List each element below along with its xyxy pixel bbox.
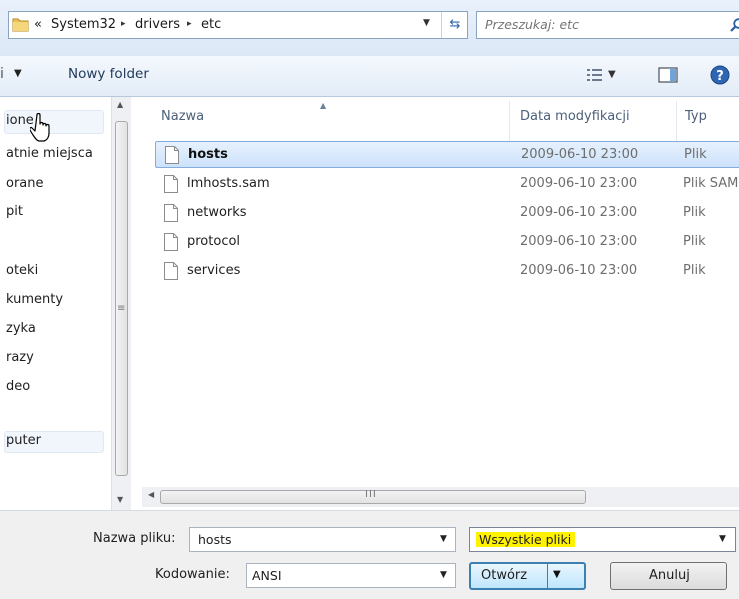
new-folder-button[interactable]: Nowy folder — [68, 66, 149, 82]
search-input[interactable] — [485, 17, 705, 32]
address-toolbar: « System32 ▸ drivers ▸ etc ▼ ⇆ — [0, 0, 739, 56]
file-row-services[interactable]: services 2009-06-10 23:00 Plik — [155, 258, 739, 285]
help-icon[interactable]: ? — [710, 65, 730, 85]
file-name: services — [187, 263, 241, 278]
scroll-grip-icon: ≡ — [117, 303, 126, 314]
filetype-value: Wszystkie pliki — [476, 532, 576, 547]
organize-dropdown-icon[interactable]: ▼ — [14, 68, 22, 79]
file-date: 2009-06-10 23:00 — [520, 176, 638, 191]
organize-button-edge[interactable]: i — [0, 66, 4, 82]
encoding-select[interactable]: ANSI ▼ — [246, 563, 456, 588]
cancel-button[interactable]: Anuluj — [610, 562, 727, 590]
encoding-label: Kodowanie: — [155, 567, 230, 582]
file-type: Plik — [683, 263, 706, 278]
file-type: Plik SAM — [683, 176, 739, 191]
file-list: Nazwa ▲ Data modyfikacji Typ hosts 2009-… — [131, 97, 739, 510]
encoding-value: ANSI — [252, 568, 282, 583]
address-overflow[interactable]: « — [34, 17, 42, 32]
nav-item-computer[interactable]: puter — [6, 433, 41, 448]
chevron-down-icon[interactable]: ▼ — [440, 534, 447, 544]
file-date: 2009-06-10 23:00 — [521, 147, 639, 162]
scrollbar-thumb[interactable]: ≡ — [115, 121, 128, 476]
view-dropdown-icon[interactable]: ▼ — [608, 69, 616, 80]
scroll-left-icon[interactable]: ◀ — [148, 490, 154, 499]
search-box[interactable] — [476, 11, 739, 39]
scroll-grip-icon: III — [365, 489, 377, 500]
file-row-hosts[interactable]: hosts 2009-06-10 23:00 Plik — [155, 141, 739, 168]
search-icon[interactable] — [729, 17, 739, 33]
nav-item-documents[interactable]: kumenty — [6, 292, 63, 307]
nav-item-libraries[interactable]: oteki — [6, 263, 38, 278]
file-icon — [165, 146, 179, 164]
nav-item-videos[interactable]: deo — [6, 379, 30, 394]
preview-pane-icon[interactable] — [658, 67, 678, 83]
cancel-button-label: Anuluj — [649, 568, 690, 583]
file-type: Plik — [684, 147, 707, 162]
sort-ascending-icon: ▲ — [320, 101, 327, 110]
nav-item-pictures[interactable]: razy — [6, 350, 34, 365]
file-name: networks — [187, 205, 247, 220]
file-icon — [164, 262, 178, 280]
scroll-down-icon[interactable]: ▼ — [117, 495, 123, 504]
open-button[interactable]: Otwórz ▼ — [469, 562, 586, 590]
column-header-date[interactable]: Data modyfikacji — [520, 109, 630, 124]
column-divider[interactable] — [676, 101, 677, 141]
nav-vertical-scrollbar[interactable]: ▲ ≡ ▼ — [111, 97, 131, 510]
nav-item-music[interactable]: zyka — [6, 321, 36, 336]
open-button-label: Otwórz — [481, 568, 528, 583]
file-date: 2009-06-10 23:00 — [520, 234, 638, 249]
file-row-networks[interactable]: networks 2009-06-10 23:00 Plik — [155, 200, 739, 227]
chevron-down-icon[interactable]: ▼ — [440, 570, 447, 580]
column-header-type[interactable]: Typ — [685, 109, 707, 124]
crumb-separator-arrow[interactable]: ▸ — [187, 19, 192, 29]
file-name: protocol — [187, 234, 241, 249]
file-name: lmhosts.sam — [187, 176, 270, 191]
dialog-bottom-panel: Nazwa pliku: ▼ Wszystkie pliki ▼ Kodowan… — [0, 510, 739, 599]
filename-input[interactable] — [198, 532, 418, 547]
command-bar: i ▼ Nowy folder ▼ ? — [0, 56, 739, 97]
file-row-lmhosts[interactable]: lmhosts.sam 2009-06-10 23:00 Plik SAM — [155, 171, 739, 198]
nav-item-desktop[interactable]: pit — [6, 204, 23, 219]
filename-label: Nazwa pliku: — [93, 531, 176, 546]
file-icon — [164, 233, 178, 251]
file-icon — [164, 204, 178, 222]
refresh-icon[interactable]: ⇆ — [441, 12, 468, 38]
nav-item-downloads[interactable]: orane — [6, 176, 44, 191]
scrollbar-thumb[interactable]: III — [160, 489, 586, 504]
filename-combobox[interactable]: ▼ — [189, 527, 456, 552]
file-type: Plik — [683, 205, 706, 220]
column-divider[interactable] — [509, 101, 510, 141]
file-row-protocol[interactable]: protocol 2009-06-10 23:00 Plik — [155, 229, 739, 256]
folder-icon — [12, 18, 29, 32]
file-name: hosts — [188, 147, 228, 162]
file-date: 2009-06-10 23:00 — [520, 205, 638, 220]
hand-cursor-icon — [30, 113, 50, 142]
crumb-separator-arrow[interactable]: ▸ — [121, 19, 126, 29]
file-type: Plik — [683, 234, 706, 249]
column-header-name[interactable]: Nazwa — [161, 109, 204, 124]
crumb-etc[interactable]: etc — [201, 17, 221, 32]
open-dropdown-icon[interactable]: ▼ — [553, 569, 561, 580]
address-bar[interactable]: « System32 ▸ drivers ▸ etc ▼ ⇆ — [8, 11, 468, 39]
view-options-icon[interactable] — [586, 67, 604, 83]
nav-item-recent-places[interactable]: atnie miejsca — [6, 146, 93, 161]
chevron-down-icon[interactable]: ▼ — [719, 534, 726, 544]
filetype-select[interactable]: Wszystkie pliki ▼ — [469, 527, 736, 552]
crumb-system32[interactable]: System32 — [51, 17, 116, 32]
crumb-drivers[interactable]: drivers — [135, 17, 180, 32]
file-icon — [164, 175, 178, 193]
svg-text:?: ? — [716, 69, 724, 84]
file-date: 2009-06-10 23:00 — [520, 263, 638, 278]
horizontal-scrollbar[interactable]: ◀ III — [142, 487, 739, 507]
scroll-up-icon[interactable]: ▲ — [117, 100, 123, 109]
split-divider — [547, 564, 548, 588]
address-dropdown-icon[interactable]: ▼ — [423, 18, 430, 28]
